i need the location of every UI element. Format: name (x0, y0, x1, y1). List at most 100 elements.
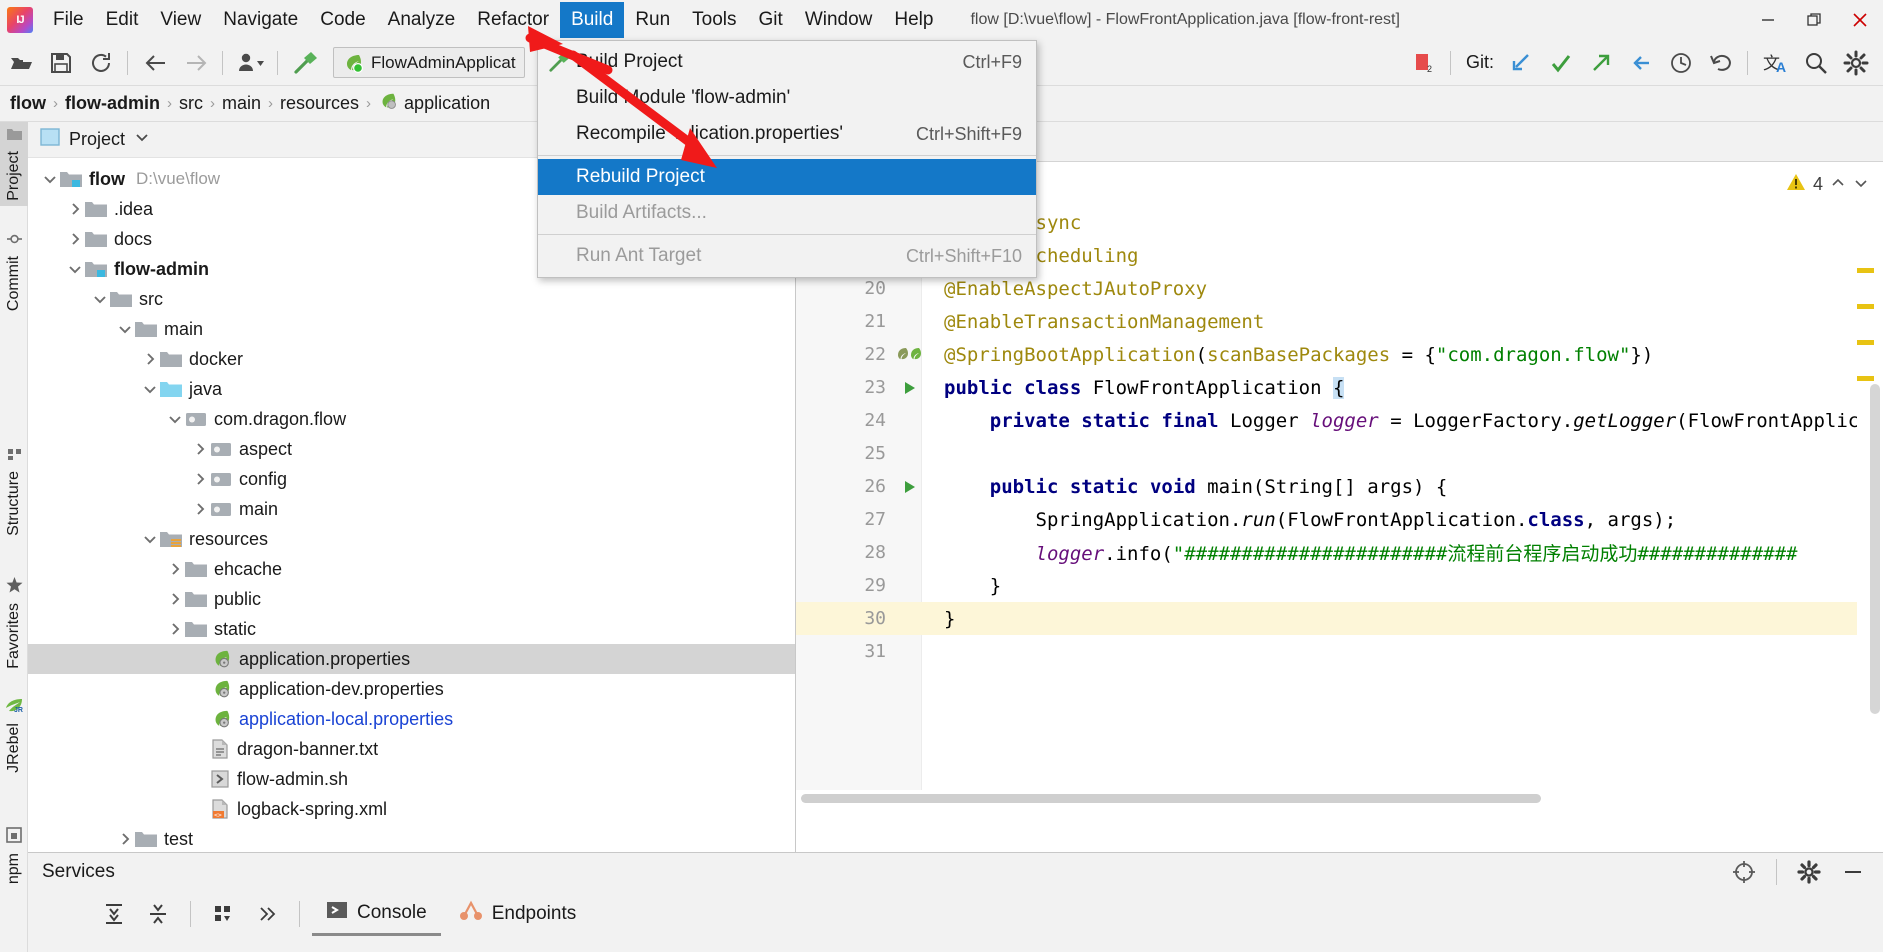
sidebar-item-favorites[interactable]: Favorites (0, 572, 28, 674)
chevron-right-icon[interactable] (190, 502, 210, 516)
tree-node-config[interactable]: config (28, 464, 795, 494)
chevron-down-icon[interactable] (140, 383, 160, 395)
warning-marker[interactable] (1857, 304, 1874, 309)
chevron-right-icon[interactable] (165, 622, 185, 636)
breadcrumb-item-src[interactable]: src (179, 93, 203, 114)
chevron-right-icon[interactable] (65, 202, 85, 216)
tree-node-static[interactable]: static (28, 614, 795, 644)
tree-node-test[interactable]: test (28, 824, 795, 854)
warning-marker[interactable] (1857, 268, 1874, 273)
clock-history-icon[interactable] (1662, 44, 1700, 82)
chevron-down-icon[interactable] (115, 323, 135, 335)
code-line[interactable]: 30} (796, 602, 1883, 635)
menu-analyze[interactable]: Analyze (377, 2, 467, 38)
sidebar-item-npm[interactable]: npm (0, 822, 28, 889)
code-line[interactable]: 21 @EnableTransactionManagement (796, 305, 1883, 338)
commit-checkmark-icon[interactable] (1542, 44, 1580, 82)
menu-item-build-project[interactable]: Build Project Ctrl+F9 (538, 44, 1036, 80)
user-dropdown-icon[interactable] (232, 44, 270, 82)
code-line[interactable]: 22 @SpringBootApplication(scanBasePackage… (796, 338, 1883, 371)
error-stripe-markers[interactable] (1857, 206, 1883, 806)
tree-node-main[interactable]: main (28, 314, 795, 344)
arrow-right-icon[interactable] (177, 44, 215, 82)
menu-edit[interactable]: Edit (95, 2, 150, 38)
close-button[interactable] (1837, 0, 1883, 40)
run-gutter-icon[interactable] (896, 479, 922, 495)
chevron-right-icon[interactable] (65, 232, 85, 246)
hammer-icon[interactable] (287, 44, 325, 82)
breadcrumb-item-flow-admin[interactable]: flow-admin (65, 93, 160, 114)
tree-node-resources[interactable]: resources (28, 524, 795, 554)
chevron-down-icon[interactable] (1853, 174, 1869, 195)
chevron-down-icon[interactable] (90, 293, 110, 305)
horizontal-scrollbar[interactable] (796, 790, 1883, 806)
chevron-right-icon[interactable] (140, 352, 160, 366)
run-gutter-icon[interactable] (896, 380, 922, 396)
code-line[interactable]: 24 private static final Logger logger = … (796, 404, 1883, 437)
tree-node-application-properties[interactable]: application.properties (28, 644, 795, 674)
chevron-right-icon[interactable] (115, 832, 135, 846)
tree-node-docker[interactable]: docker (28, 344, 795, 374)
search-icon[interactable] (1797, 44, 1835, 82)
chevron-right-icon[interactable] (190, 472, 210, 486)
update-project-icon[interactable] (1502, 44, 1540, 82)
menu-git[interactable]: Git (748, 2, 794, 38)
code-editor[interactable]: 18@EnableAsync19@EnableScheduling20@Enab… (796, 206, 1883, 806)
tree-node-ehcache[interactable]: ehcache (28, 554, 795, 584)
horizontal-scrollbar-thumb[interactable] (801, 794, 1541, 803)
minimize-button[interactable] (1745, 0, 1791, 40)
code-line[interactable]: 28 logger.info("#######################流… (796, 536, 1883, 569)
chevron-up-icon[interactable] (1830, 174, 1846, 195)
minimize-icon[interactable] (1833, 852, 1873, 892)
tree-node-dragon-banner-txt[interactable]: dragon-banner.txt (28, 734, 795, 764)
tab-console[interactable]: Console (312, 892, 441, 936)
menu-tools[interactable]: Tools (681, 2, 747, 38)
push-arrow-icon[interactable] (1582, 44, 1620, 82)
expand-all-icon[interactable] (94, 894, 134, 934)
tree-node-public[interactable]: public (28, 584, 795, 614)
menu-refactor[interactable]: Refactor (466, 2, 560, 38)
menu-view[interactable]: View (149, 2, 212, 38)
breadcrumb-item-flow[interactable]: flow (10, 93, 46, 114)
tab-endpoints[interactable]: Endpoints (445, 892, 591, 936)
chevron-down-icon[interactable] (65, 263, 85, 275)
menu-code[interactable]: Code (309, 2, 376, 38)
code-line[interactable]: 23 public class FlowFrontApplication { (796, 371, 1883, 404)
tree-node-application-dev-properties[interactable]: application-dev.properties (28, 674, 795, 704)
chevron-down-icon[interactable] (134, 130, 150, 149)
gear-icon[interactable] (1789, 852, 1829, 892)
breadcrumb-item-application[interactable]: application (378, 91, 490, 116)
vertical-scrollbar-thumb[interactable] (1870, 384, 1880, 714)
code-line[interactable]: 27 SpringApplication.run(FlowFrontApplic… (796, 503, 1883, 536)
chevron-right-icon[interactable] (190, 442, 210, 456)
code-line[interactable]: 25 (796, 437, 1883, 470)
warning-marker[interactable] (1857, 340, 1874, 345)
maximize-restore-button[interactable] (1791, 0, 1837, 40)
breadcrumb-item-main[interactable]: main (222, 93, 261, 114)
menu-item-build-module-flow-admin[interactable]: Build Module 'flow-admin' (538, 80, 1036, 116)
sidebar-item-project[interactable]: Project (0, 122, 28, 206)
tree-node-logback-spring-xml[interactable]: <> logback-spring.xml (28, 794, 795, 824)
tree-node-com-dragon-flow[interactable]: com.dragon.flow (28, 404, 795, 434)
sidebar-item-structure[interactable]: Structure (0, 442, 28, 541)
code-line[interactable]: 29 } (796, 569, 1883, 602)
tree-node-src[interactable]: src (28, 284, 795, 314)
pull-arrow-icon[interactable] (1622, 44, 1660, 82)
tree-node-flow-admin-sh[interactable]: flow-admin.sh (28, 764, 795, 794)
menu-item-rebuild-project[interactable]: Rebuild Project (538, 159, 1036, 195)
open-folder-icon[interactable] (2, 44, 40, 82)
collapse-all-icon[interactable] (138, 894, 178, 934)
inspection-status[interactable]: 4 (1786, 172, 1869, 197)
target-icon[interactable] (1724, 852, 1764, 892)
chevron-down-icon[interactable] (165, 413, 185, 425)
tree-node-aspect[interactable]: aspect (28, 434, 795, 464)
menu-file[interactable]: File (42, 2, 95, 38)
code-line[interactable]: 31 (796, 635, 1883, 668)
chevron-down-icon[interactable] (40, 173, 60, 185)
refresh-icon[interactable] (82, 44, 120, 82)
breadcrumb-item-resources[interactable]: resources (280, 93, 359, 114)
menu-navigate[interactable]: Navigate (212, 2, 309, 38)
tree-node-main[interactable]: main (28, 494, 795, 524)
menu-help[interactable]: Help (883, 2, 944, 38)
tree-node-java[interactable]: java (28, 374, 795, 404)
